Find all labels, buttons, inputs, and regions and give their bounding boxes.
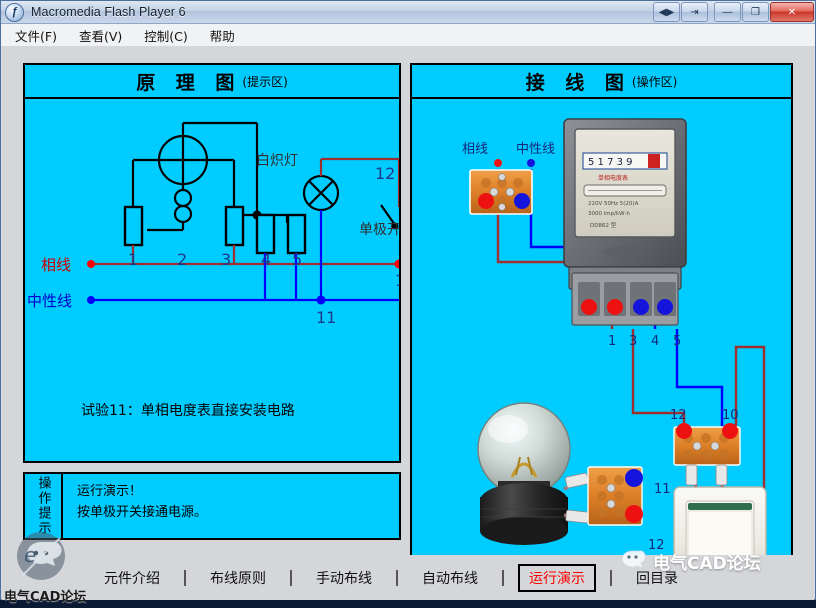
detach-icon[interactable]: ⇥ <box>681 2 708 22</box>
operation-hint-body: 运行演示！ 按单极开关接通电源。 <box>63 474 399 538</box>
lamp-terminal-block[interactable] <box>587 466 643 526</box>
schematic-panel: 原 理 图 (提示区) 相线 中性线 白炽灯 单极开 1 2 3 4 5 11 … <box>23 63 401 463</box>
wiring-panel: 接 线 图 (操作区) 相线 中性线 5 1 7 3 9 单相电度表 220V … <box>410 63 793 583</box>
flash-player-window: ƒ Macromedia Flash Player 6 ◀▶ ⇥ — ❐ ✕ 文… <box>0 0 816 600</box>
schematic-terminal-label-5: 5 <box>292 250 302 269</box>
toolbar-separator <box>610 569 612 586</box>
schematic-node-11-dot <box>316 295 326 305</box>
menubar: 文件(F) 查看(V) 控制(C) 帮助 <box>1 24 815 47</box>
btn-manual-wiring[interactable]: 手动布线 <box>306 565 382 591</box>
svg-text:单相电度表: 单相电度表 <box>598 174 628 182</box>
btn-wiring-rules[interactable]: 布线原则 <box>200 565 276 591</box>
wiring-neutral-label: 中性线 <box>516 142 555 157</box>
schematic-terminal-label-1: 1 <box>128 250 138 269</box>
hint-line-2: 按单极开关接通电源。 <box>77 505 208 520</box>
svg-text:DD862 型: DD862 型 <box>590 221 617 229</box>
source-neutral-dot[interactable] <box>514 193 530 209</box>
wiring-panel-title: 接 线 图 (操作区) <box>412 65 791 99</box>
bottom-toolbar: 元件介绍 布线原则 手动布线 自动布线 运行演示 回目录 <box>2 555 814 600</box>
schematic-neutral-source-dot <box>87 296 95 304</box>
menu-view[interactable]: 查看(V) <box>79 26 122 45</box>
btn-run-demo[interactable]: 运行演示 <box>518 563 596 592</box>
schematic-caption: 试验11：单相电度表直接安装电路 <box>81 402 295 419</box>
schematic-neutral-label: 中性线 <box>27 292 72 310</box>
operation-hint-box: 操作提示 运行演示！ 按单极开关接通电源。 <box>23 472 401 540</box>
lamp-terminal-11-dot[interactable] <box>625 469 643 487</box>
menu-help[interactable]: 帮助 <box>210 26 235 45</box>
schematic-terminal-3 <box>224 205 245 247</box>
schematic-drawing: 相线 中性线 白炽灯 单极开关 1 2 3 4 5 10 11 12 <box>27 121 399 419</box>
lamp-terminal-label-11: 11 <box>654 482 671 497</box>
lamp-terminal-12-dot[interactable] <box>625 505 643 523</box>
switch-terminal-12-dot[interactable] <box>676 423 692 439</box>
source-live-dot[interactable] <box>478 193 494 209</box>
resize-icon[interactable]: ◀▶ <box>653 2 680 22</box>
flash-icon: ƒ <box>5 2 24 22</box>
switch-terminal-label-10: 10 <box>722 408 739 423</box>
schematic-node-10-label: 10 <box>395 271 399 290</box>
schematic-title-sub: (提示区) <box>242 74 288 89</box>
window-controls: ◀▶ ⇥ — ❐ ✕ <box>647 2 814 22</box>
meter-terminal-3-dot[interactable] <box>607 299 623 315</box>
toolbar-separator <box>290 569 292 586</box>
flash-stage: 原 理 图 (提示区) 相线 中性线 白炽灯 单极开 1 2 3 4 5 11 … <box>2 46 814 583</box>
meter-terminal-4-dot[interactable] <box>633 299 649 315</box>
energy-meter[interactable]: 5 1 7 3 9 单相电度表 220V 50Hz 5(20)A 3000 im… <box>563 118 687 326</box>
schematic-title-main: 原 理 图 <box>136 71 242 94</box>
schematic-live-label: 相线 <box>41 256 71 274</box>
schematic-terminal-label-4: 4 <box>261 250 271 269</box>
svg-text:220V 50Hz 5(20)A: 220V 50Hz 5(20)A <box>588 201 639 207</box>
source-live-tip <box>494 159 502 167</box>
lamp-terminal-label-12: 12 <box>648 538 665 553</box>
svg-text:3000 imp/kW·h: 3000 imp/kW·h <box>588 211 630 217</box>
schematic-terminal-1 <box>123 205 144 247</box>
window-titlebar[interactable]: ƒ Macromedia Flash Player 6 ◀▶ ⇥ — ❐ ✕ <box>1 1 815 24</box>
wiring-title-main: 接 线 图 <box>525 71 631 94</box>
schematic-terminal-label-3: 3 <box>221 250 231 269</box>
toolbar-separator <box>396 569 398 586</box>
schematic-terminal-4 <box>255 213 276 255</box>
source-neutral-tip <box>527 159 535 167</box>
meter-terminal-label-4: 4 <box>651 334 659 349</box>
meter-terminal-label-5: 5 <box>673 334 681 349</box>
close-button[interactable]: ✕ <box>770 2 814 22</box>
wiring-title-sub: (操作区) <box>631 74 678 89</box>
minimize-button[interactable]: — <box>714 2 741 22</box>
source-terminal-block[interactable] <box>469 159 535 215</box>
schematic-lamp-label: 白炽灯 <box>256 153 298 169</box>
meter-terminal-5-dot[interactable] <box>657 299 673 315</box>
switch-terminal-10-dot[interactable] <box>722 423 738 439</box>
wiring-drawing[interactable]: 相线 中性线 5 1 7 3 9 单相电度表 220V 50Hz 5(20)A … <box>412 97 791 581</box>
hint-line-1: 运行演示！ <box>77 484 143 499</box>
wiring-live-label: 相线 <box>462 142 488 157</box>
maximize-button[interactable]: ❐ <box>742 2 769 22</box>
schematic-node-10-dot <box>394 259 399 269</box>
schematic-terminal-5 <box>286 213 307 255</box>
toolbar-separator <box>502 569 504 586</box>
operation-hint-label-text: 操作提示 <box>35 476 51 536</box>
btn-component-intro[interactable]: 元件介绍 <box>94 565 170 591</box>
toolbar-separator <box>184 569 186 586</box>
menu-file[interactable]: 文件(F) <box>15 26 57 45</box>
btn-auto-wiring[interactable]: 自动布线 <box>412 565 488 591</box>
schematic-live-source-dot <box>87 260 95 268</box>
svg-text:5 1 7 3 9: 5 1 7 3 9 <box>588 157 633 168</box>
schematic-node-11-label: 11 <box>316 308 336 327</box>
meter-terminal-label-3: 3 <box>629 334 637 349</box>
incandescent-lamp[interactable] <box>477 402 571 545</box>
btn-back-to-contents[interactable]: 回目录 <box>626 565 688 591</box>
meter-terminal-1-dot[interactable] <box>581 299 597 315</box>
menu-control[interactable]: 控制(C) <box>144 26 187 45</box>
window-title: Macromedia Flash Player 6 <box>31 5 186 19</box>
meter-terminal-label-1: 1 <box>608 334 616 349</box>
schematic-switch-label: 单极开关 <box>359 222 399 238</box>
schematic-panel-title: 原 理 图 (提示区) <box>25 65 399 99</box>
switch-terminal-block[interactable] <box>673 423 741 488</box>
schematic-node-12-label: 12 <box>375 164 395 183</box>
schematic-terminal-label-2: 2 <box>177 250 187 269</box>
operation-hint-label: 操作提示 <box>25 474 63 538</box>
desktop-background: ƒ Macromedia Flash Player 6 ◀▶ ⇥ — ❐ ✕ 文… <box>0 0 816 608</box>
switch-terminal-label-12: 12 <box>670 408 687 423</box>
